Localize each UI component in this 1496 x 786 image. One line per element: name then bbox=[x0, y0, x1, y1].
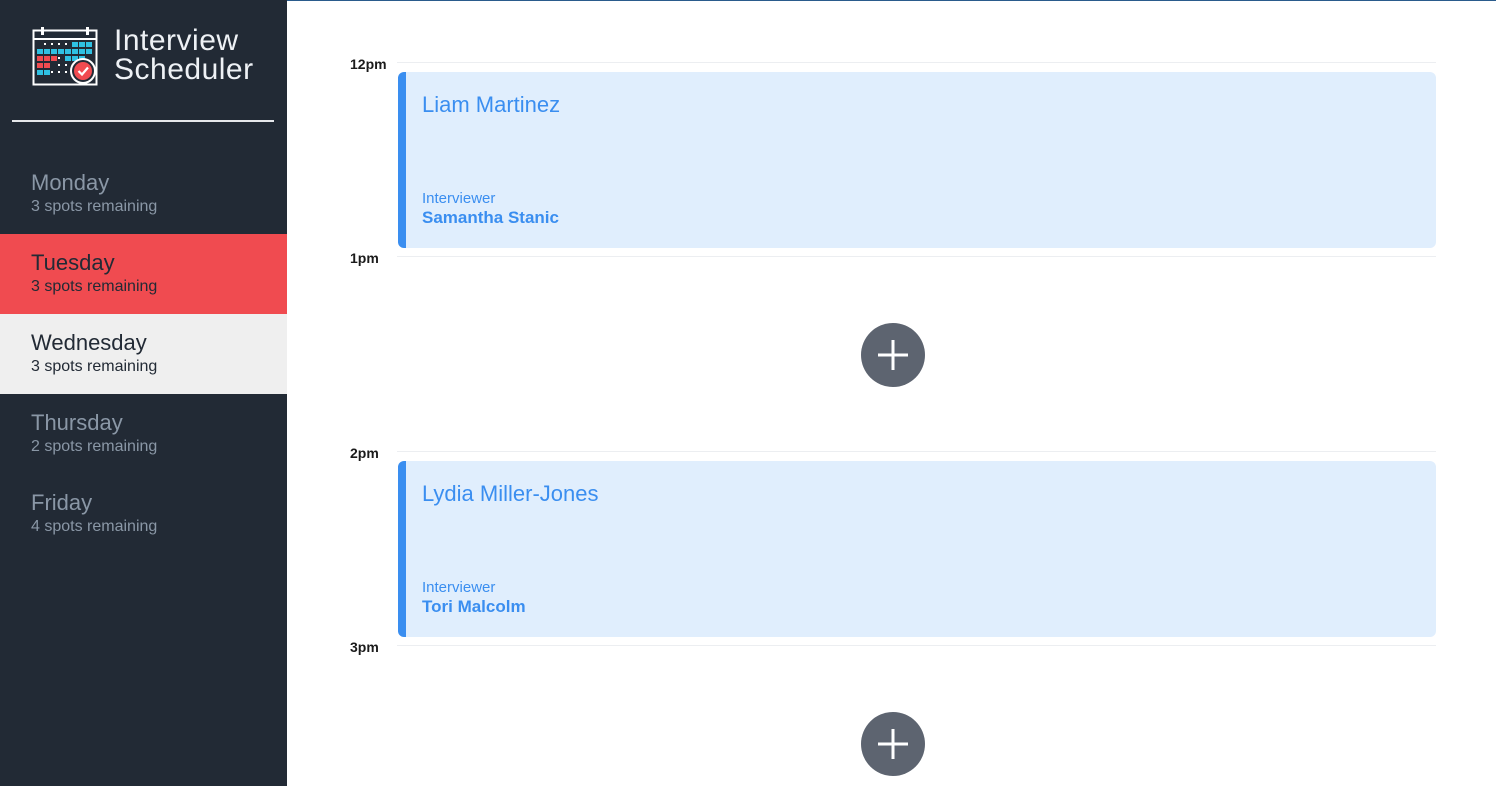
day-item-tuesday[interactable]: Tuesday 3 spots remaining bbox=[0, 234, 287, 314]
day-item-friday[interactable]: Friday 4 spots remaining bbox=[0, 474, 287, 554]
day-spots: 4 spots remaining bbox=[31, 518, 158, 535]
hour-label-1pm: 1pm bbox=[350, 250, 379, 266]
appointment-interviewer-name: Samantha Stanic bbox=[422, 208, 559, 227]
sidebar: Interview Scheduler Monday 3 spots remai… bbox=[0, 0, 287, 786]
appointment-card[interactable]: Lydia Miller-Jones Interviewer Tori Malc… bbox=[398, 461, 1436, 637]
day-name: Tuesday bbox=[31, 250, 115, 275]
sidebar-divider bbox=[12, 120, 274, 122]
hour-label-12pm: 12pm bbox=[350, 56, 387, 72]
app-title: Interview Scheduler bbox=[114, 24, 254, 86]
add-appointment-button[interactable] bbox=[861, 323, 925, 387]
app: Interview Scheduler Monday 3 spots remai… bbox=[0, 0, 1496, 786]
app-title-line1: Interview bbox=[114, 24, 239, 57]
day-item-thursday[interactable]: Thursday 2 spots remaining bbox=[0, 394, 287, 474]
day-spots: 3 spots remaining bbox=[31, 358, 158, 375]
schedule: 12pm Liam Martinez Interviewer Samantha … bbox=[287, 0, 1496, 786]
day-name: Wednesday bbox=[31, 330, 147, 355]
day-spots: 2 spots remaining bbox=[31, 438, 158, 455]
appointment-card[interactable]: Liam Martinez Interviewer Samantha Stani… bbox=[398, 72, 1436, 248]
hour-label-2pm: 2pm bbox=[350, 445, 379, 461]
brand: Interview Scheduler bbox=[32, 26, 274, 88]
day-name: Friday bbox=[31, 490, 93, 515]
hour-line bbox=[397, 645, 1436, 646]
calendar-check-icon bbox=[32, 27, 98, 86]
appointment-student: Lydia Miller-Jones bbox=[422, 481, 599, 506]
hour-line bbox=[397, 62, 1436, 63]
appointment-interviewer-name: Tori Malcolm bbox=[422, 597, 526, 616]
add-appointment-button[interactable] bbox=[861, 712, 925, 776]
hour-label-3pm: 3pm bbox=[350, 639, 379, 655]
hour-line bbox=[397, 451, 1436, 452]
appointment-interviewer-label: Interviewer bbox=[422, 579, 496, 596]
day-spots: 3 spots remaining bbox=[31, 198, 158, 215]
day-name: Monday bbox=[31, 170, 110, 195]
day-name: Thursday bbox=[31, 410, 123, 435]
day-item-wednesday[interactable]: Wednesday 3 spots remaining bbox=[0, 314, 287, 394]
day-item-monday[interactable]: Monday 3 spots remaining bbox=[0, 154, 287, 234]
appointment-interviewer-label: Interviewer bbox=[422, 190, 496, 207]
app-title-line2: Scheduler bbox=[114, 53, 254, 86]
appointment-student: Liam Martinez bbox=[422, 92, 561, 117]
plus-icon bbox=[878, 729, 908, 759]
day-list: Monday 3 spots remaining Tuesday 3 spots… bbox=[0, 154, 287, 554]
plus-icon bbox=[878, 340, 908, 370]
hour-line bbox=[397, 256, 1436, 257]
day-spots: 3 spots remaining bbox=[31, 278, 158, 295]
